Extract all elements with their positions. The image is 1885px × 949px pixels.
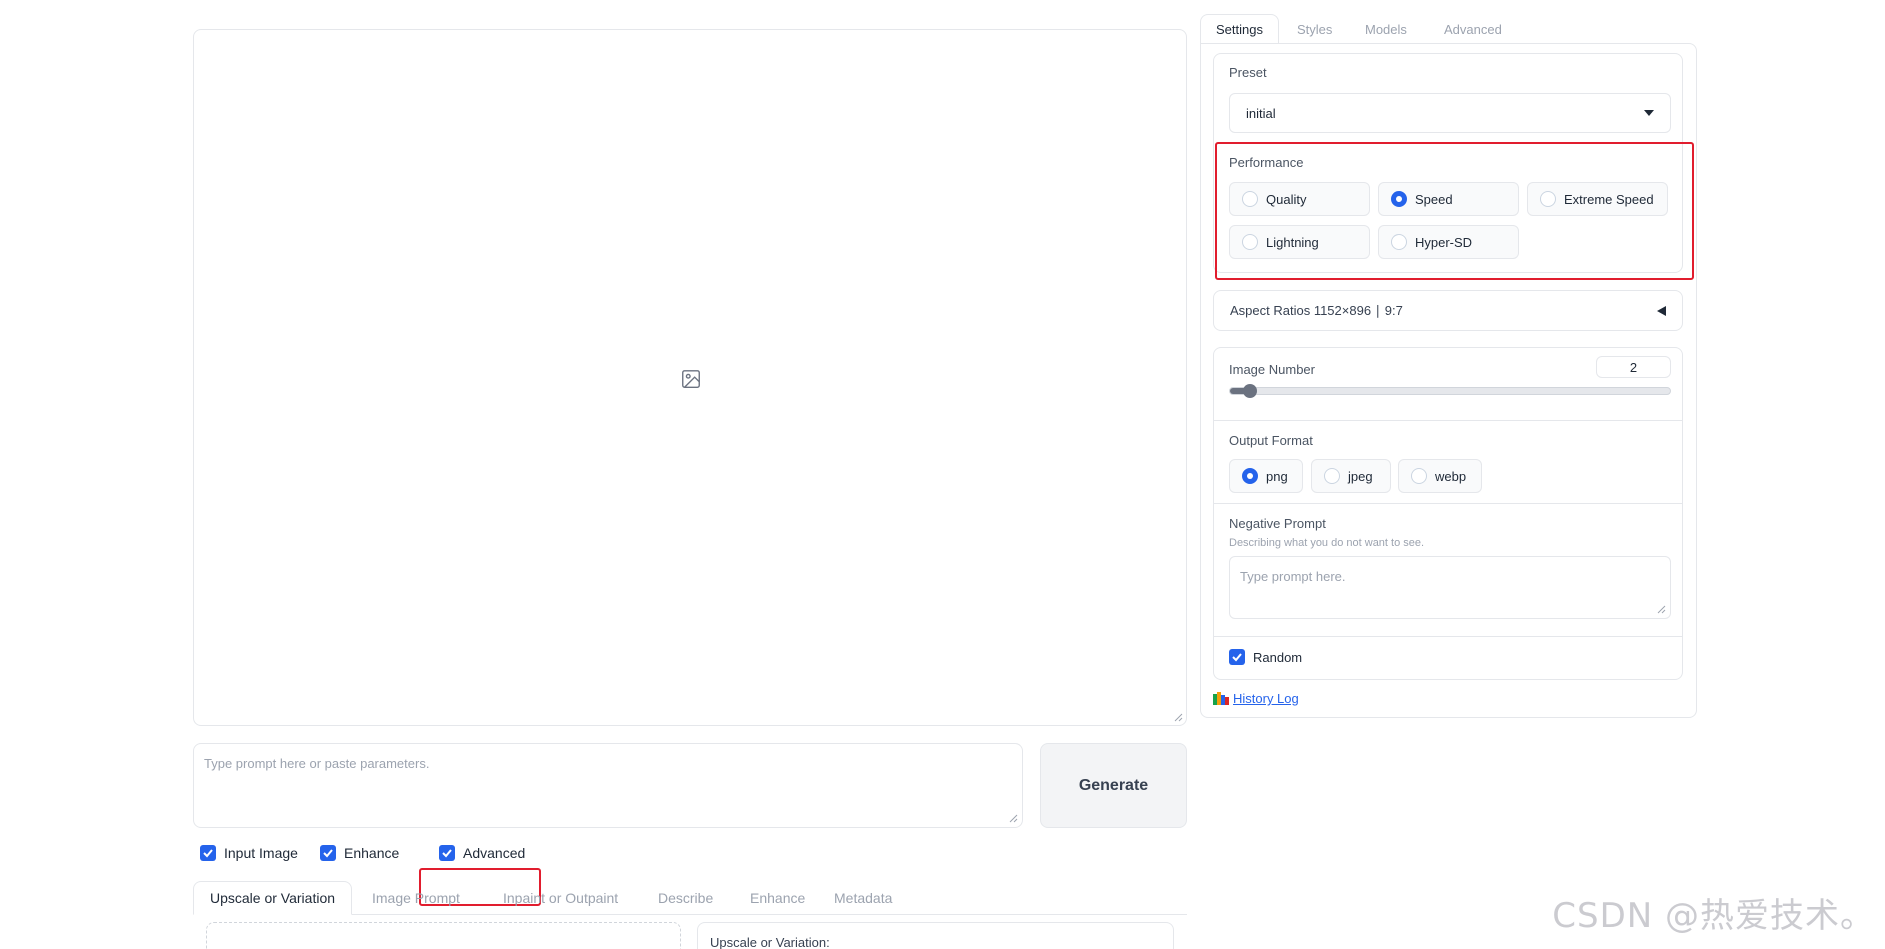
radio-unchecked-icon[interactable] [1391,234,1407,250]
input-image-checkbox[interactable]: Input Image [200,845,298,861]
checkbox-checked-icon[interactable] [320,845,336,861]
tab-settings[interactable]: Settings [1200,14,1279,44]
tab-inpaint-or-outpaint[interactable]: Inpaint or Outpaint [487,881,634,915]
output-format-option-webp[interactable]: webp [1398,459,1482,493]
watermark: CSDN @热爱技术。 [1552,896,1875,936]
resize-handle-icon[interactable] [1656,604,1666,614]
preset-value: initial [1246,105,1276,121]
upscale-options-panel: Upscale or Variation: [697,922,1174,949]
radio-unchecked-icon[interactable] [1411,468,1427,484]
tab-styles[interactable]: Styles [1282,14,1347,44]
caret-down-icon [1644,110,1654,116]
random-checkbox[interactable]: Random [1229,649,1302,665]
image-number-label: Image Number [1229,362,1315,377]
performance-option-speed[interactable]: Speed [1378,182,1519,216]
upscale-image-drop-area[interactable] [206,922,681,949]
performance-option-label: Quality [1266,191,1307,207]
radio-checked-icon[interactable] [1391,191,1407,207]
image-number-value: 2 [1629,359,1638,375]
negative-prompt-label: Negative Prompt [1229,516,1326,531]
tab-models[interactable]: Models [1350,14,1422,44]
random-label: Random [1253,649,1303,665]
preset-dropdown[interactable]: initial [1229,93,1671,133]
tab-image-prompt[interactable]: Image Prompt [356,881,476,915]
checkbox-checked-icon[interactable] [200,845,216,861]
negative-prompt-input[interactable]: Type prompt here. [1229,556,1671,619]
resize-handle-icon[interactable] [1008,813,1018,823]
checkbox-checked-icon[interactable] [439,845,455,861]
divider [1213,503,1683,504]
tab-enhance[interactable]: Enhance [734,881,821,915]
books-icon [1213,692,1229,705]
history-log-link[interactable]: History Log [1213,691,1299,706]
tab-describe[interactable]: Describe [642,881,729,915]
radio-unchecked-icon[interactable] [1540,191,1556,207]
image-output-area[interactable] [193,29,1187,726]
prompt-input[interactable]: Type prompt here or paste parameters. [193,743,1023,828]
divider [1213,420,1683,421]
preset-label: Preset [1229,65,1267,80]
performance-option-hyper-sd[interactable]: Hyper-SD [1378,225,1519,259]
output-format-label: Output Format [1229,433,1313,448]
tab-metadata[interactable]: Metadata [818,881,908,915]
settings-tab-bar: Settings Styles Models Advanced [1200,14,1697,44]
radio-unchecked-icon[interactable] [1324,468,1340,484]
advanced-checkbox[interactable]: Advanced [439,845,525,861]
slider-thumb[interactable] [1243,384,1257,398]
negative-prompt-placeholder: Type prompt here. [1240,569,1346,584]
resize-handle-icon[interactable] [1173,712,1183,722]
output-format-option-label: jpeg [1348,468,1373,484]
enhance-label: Enhance [344,845,400,861]
performance-option-label: Speed [1415,191,1453,207]
image-number-input[interactable]: 2 [1596,356,1671,378]
radio-unchecked-icon[interactable] [1242,191,1258,207]
aspect-ratios-accordion[interactable]: Aspect Ratios 1152×896 ∣ 9:7 [1213,290,1683,331]
generation-settings-card [1213,347,1683,680]
bottom-tab-bar: Upscale or Variation Image Prompt Inpain… [193,881,1187,915]
radio-checked-icon[interactable] [1242,468,1258,484]
performance-option-quality[interactable]: Quality [1229,182,1370,216]
enhance-checkbox[interactable]: Enhance [320,845,399,861]
performance-option-label: Hyper-SD [1415,234,1473,250]
image-icon [682,370,700,388]
divider [1213,636,1683,637]
negative-prompt-sublabel: Describing what you do not want to see. [1229,537,1425,549]
history-log-label: History Log [1233,691,1299,706]
aspect-ratios-label: Aspect Ratios 1152×896 ∣ 9:7 [1230,302,1403,318]
radio-unchecked-icon[interactable] [1242,234,1258,250]
performance-option-label: Lightning [1266,234,1319,250]
output-format-option-label: webp [1435,468,1467,484]
performance-label: Performance [1229,155,1304,170]
image-number-slider[interactable] [1229,384,1671,398]
performance-option-label: Extreme Speed [1564,191,1654,207]
performance-option-extreme-speed[interactable]: Extreme Speed [1527,182,1668,216]
output-format-option-jpeg[interactable]: jpeg [1311,459,1391,493]
checkbox-checked-icon[interactable] [1229,649,1245,665]
input-image-label: Input Image [224,845,298,861]
prompt-placeholder: Type prompt here or paste parameters. [204,756,430,771]
upscale-panel-label: Upscale or Variation: [710,935,830,949]
performance-option-lightning[interactable]: Lightning [1229,225,1370,259]
output-format-option-png[interactable]: png [1229,459,1303,493]
collapse-triangle-icon[interactable] [1657,305,1666,316]
tab-advanced[interactable]: Advanced [1429,14,1517,44]
output-format-option-label: png [1266,468,1288,484]
tab-upscale-or-variation[interactable]: Upscale or Variation [193,881,353,915]
generate-button[interactable]: Generate [1040,743,1187,828]
advanced-label: Advanced [463,845,526,861]
